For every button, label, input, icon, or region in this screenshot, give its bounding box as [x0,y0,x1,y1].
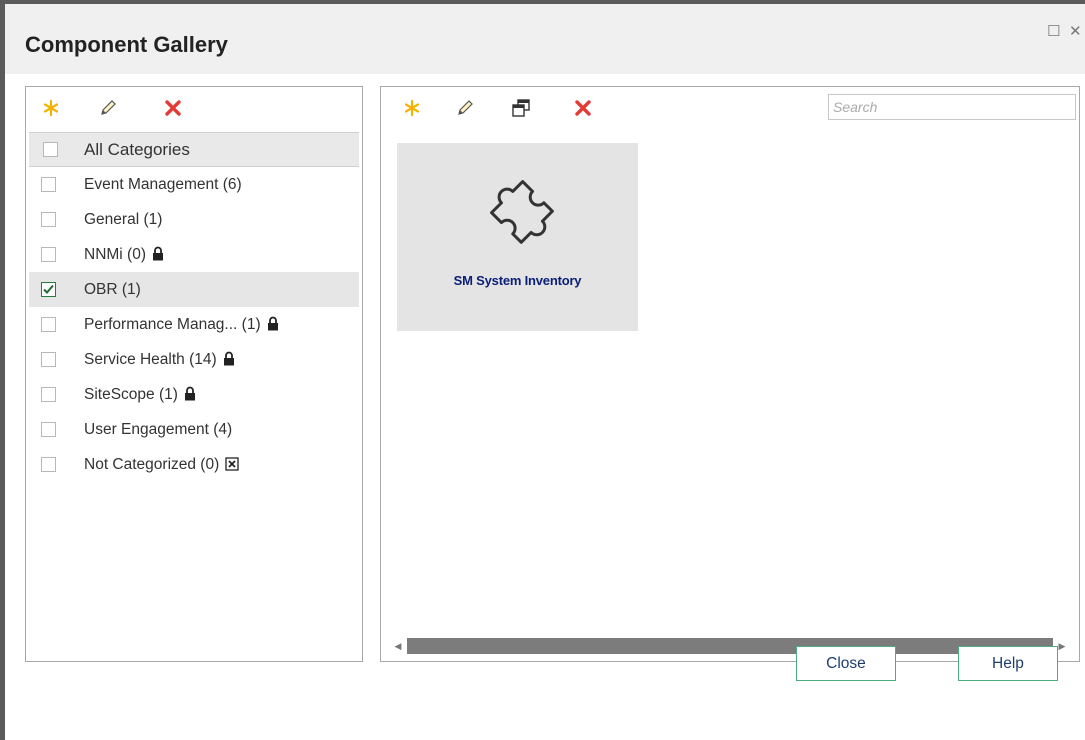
delete-icon [165,100,181,116]
category-item-performance-management[interactable]: Performance Manag... (1) [29,307,359,342]
close-icon[interactable]: ✕ [1069,22,1082,40]
delete-icon [575,100,591,116]
components-panel: SM System Inventory ◀ ▶ [380,86,1080,662]
category-list: All Categories Event Management (6) Gene… [29,132,359,482]
pencil-icon [101,100,116,115]
category-item-event-management[interactable]: Event Management (6) [29,167,359,202]
category-checkbox[interactable] [41,352,56,367]
all-categories-label: All Categories [84,139,190,159]
all-categories-checkbox[interactable] [43,142,58,157]
category-checkbox[interactable] [41,317,56,332]
duplicate-icon [512,99,530,117]
lock-icon [184,386,195,400]
help-button[interactable]: Help [958,646,1058,681]
category-item-general[interactable]: General (1) [29,202,359,237]
new-category-button[interactable] [38,95,64,121]
category-label: OBR (1) [84,280,141,298]
checkmark-icon [43,284,54,294]
dialog-title: Component Gallery [25,32,228,57]
asterisk-icon [43,99,59,117]
category-label: Performance Manag... (1) [84,316,279,334]
search-input[interactable] [828,94,1076,120]
component-tile-sm-system-inventory[interactable]: SM System Inventory [397,143,638,331]
component-gallery-dialog: Component Gallery ☐ ✕ All Categories Eve… [0,0,1085,740]
category-item-service-health[interactable]: Service Health (14) [29,342,359,377]
category-checkbox[interactable] [41,212,56,227]
category-item-sitescope[interactable]: SiteScope (1) [29,377,359,412]
boxed-x-icon [225,456,239,471]
new-component-button[interactable] [399,95,425,121]
category-label: User Engagement (4) [84,420,233,438]
delete-category-button[interactable] [160,95,186,121]
category-checkbox[interactable] [41,422,56,437]
category-item-nnmi[interactable]: NNMi (0) [29,237,359,272]
category-item-not-categorized[interactable]: Not Categorized (0) [29,447,359,482]
title-bar: Component Gallery ☐ ✕ [5,4,1085,74]
component-tile-label: SM System Inventory [453,273,582,288]
lock-icon [153,246,163,260]
category-label: Event Management (6) [84,175,242,193]
close-button[interactable]: Close [796,646,896,681]
edit-component-button[interactable] [452,95,478,121]
category-checkbox[interactable] [41,457,56,472]
maximize-icon[interactable]: ☐ [1047,22,1060,40]
category-checkbox-checked[interactable] [41,282,56,297]
category-item-obr[interactable]: OBR (1) [29,272,359,307]
categories-panel: All Categories Event Management (6) Gene… [25,86,363,662]
category-label: SiteScope (1) [84,386,196,404]
delete-component-button[interactable] [570,95,596,121]
puzzle-icon [490,180,554,244]
asterisk-icon [404,99,420,117]
category-checkbox[interactable] [41,247,56,262]
components-toolbar [381,87,1079,131]
duplicate-component-button[interactable] [508,95,534,121]
category-item-user-engagement[interactable]: User Engagement (4) [29,412,359,447]
category-label: General (1) [84,210,163,228]
category-checkbox[interactable] [41,387,56,402]
category-label: NNMi (0) [84,246,164,264]
all-categories-row[interactable]: All Categories [29,132,359,167]
category-checkbox[interactable] [41,177,56,192]
lock-icon [223,351,234,365]
lock-icon [267,316,278,330]
scroll-left-icon[interactable]: ◀ [391,637,405,655]
pencil-icon [458,100,473,115]
category-label: Not Categorized (0) [84,456,239,474]
scrollbar-track[interactable] [407,638,1053,654]
edit-category-button[interactable] [95,95,121,121]
category-label: Service Health (14) [84,351,235,369]
scrollbar-thumb[interactable] [407,638,1053,654]
categories-toolbar [26,87,362,131]
